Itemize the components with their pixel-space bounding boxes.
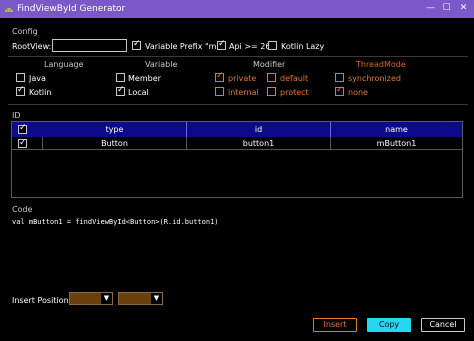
kotlin-label: Kotlin bbox=[29, 88, 52, 97]
close-icon[interactable]: ✕ bbox=[457, 2, 470, 15]
column-header-type[interactable]: type bbox=[43, 122, 187, 137]
variable-group-title: Variable bbox=[145, 60, 178, 69]
insert-button[interactable]: Insert bbox=[313, 318, 357, 332]
chevron-down-icon: ▼ bbox=[101, 293, 112, 304]
divider bbox=[8, 104, 468, 105]
chevron-down-icon: ▼ bbox=[151, 293, 162, 304]
protect-label: protect bbox=[280, 88, 309, 97]
divider bbox=[8, 56, 468, 57]
window-title: FindViewById Generator bbox=[17, 4, 126, 14]
private-label: private bbox=[228, 74, 257, 83]
api-label: Api >= 26 bbox=[229, 42, 271, 51]
column-header-name[interactable]: name bbox=[331, 122, 462, 137]
maximize-icon[interactable]: ☐ bbox=[440, 2, 453, 15]
variable-prefix-label: Variable Prefix "m" bbox=[145, 42, 221, 51]
config-label: Config bbox=[12, 27, 38, 36]
android-icon bbox=[5, 8, 13, 12]
synchronized-label: synchronized bbox=[348, 74, 401, 83]
default-label: default bbox=[280, 74, 309, 83]
cancel-button[interactable]: Cancel bbox=[421, 318, 465, 332]
title-bar: FindViewById Generator — ☐ ✕ bbox=[0, 0, 474, 18]
none-label: none bbox=[348, 88, 368, 97]
insert-position-label: Insert Position: bbox=[12, 296, 72, 305]
kotlin-lazy-label: Kotlin Lazy bbox=[281, 42, 325, 51]
minimize-icon[interactable]: — bbox=[424, 2, 437, 15]
table-header: type id name bbox=[12, 122, 462, 137]
threadmode-group-title: ThreadMode bbox=[356, 60, 406, 69]
code-section-label: Code bbox=[12, 205, 33, 214]
id-table: type id name Button button1 mButton1 bbox=[11, 121, 463, 198]
cell-type[interactable]: Button bbox=[43, 137, 187, 150]
java-label: Java bbox=[29, 74, 46, 83]
insert-position-select-1[interactable]: ▼ bbox=[69, 292, 113, 305]
cell-id[interactable]: button1 bbox=[187, 137, 331, 150]
code-text[interactable]: val mButton1 = findViewById<Button>(R.id… bbox=[12, 218, 219, 226]
rootview-label: RootView: bbox=[12, 42, 52, 51]
rootview-input[interactable] bbox=[52, 39, 127, 52]
cell-name[interactable]: mButton1 bbox=[331, 137, 462, 150]
member-label: Member bbox=[128, 74, 161, 83]
column-header-id[interactable]: id bbox=[187, 122, 331, 137]
modifier-group-title: Modifier bbox=[253, 60, 286, 69]
language-group-title: Language bbox=[44, 60, 84, 69]
insert-position-select-2[interactable]: ▼ bbox=[118, 292, 163, 305]
copy-button[interactable]: Copy bbox=[367, 318, 411, 332]
table-row[interactable]: Button button1 mButton1 bbox=[12, 137, 462, 151]
id-section-label: ID bbox=[12, 111, 21, 120]
internal-label: internal bbox=[228, 88, 259, 97]
local-label: Local bbox=[128, 88, 149, 97]
row-checkbox-cell bbox=[12, 137, 43, 150]
